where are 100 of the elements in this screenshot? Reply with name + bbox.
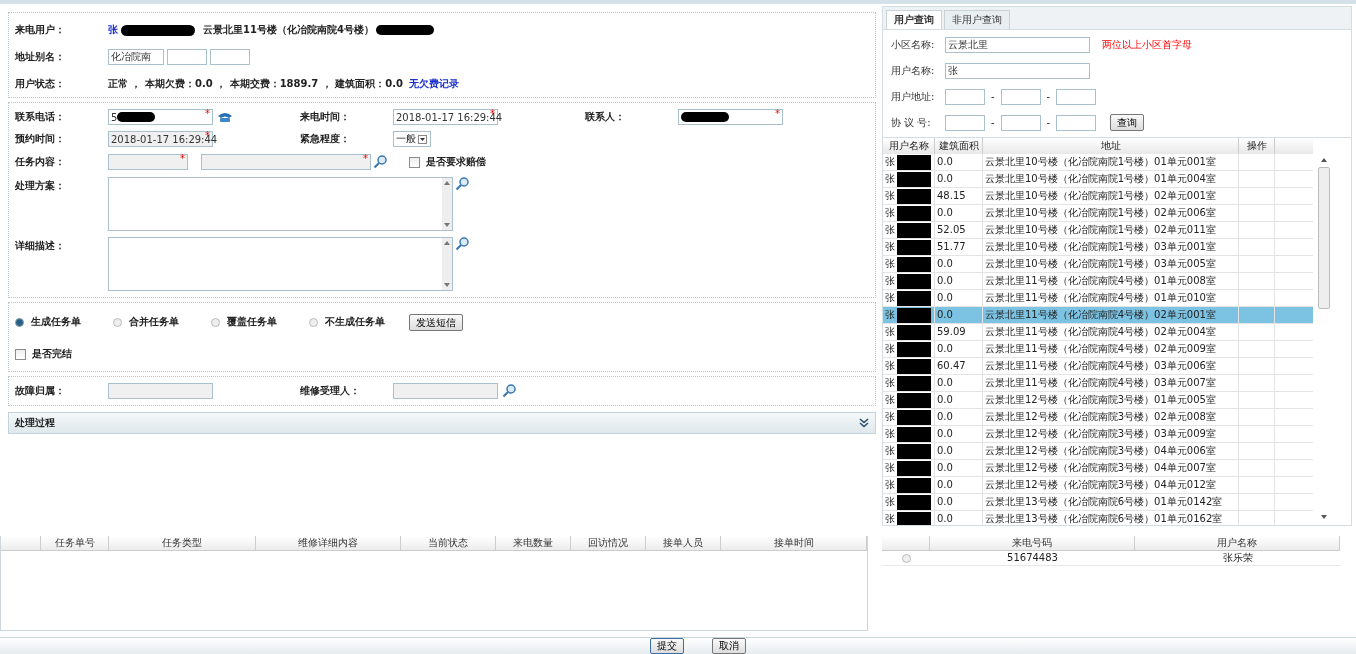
scroll-up-icon[interactable]	[443, 239, 451, 247]
result-row[interactable]: 张 0.0 云景北里10号楼（化冶院南院1号楼）01单元001室	[883, 154, 1313, 171]
input-field[interactable]	[393, 383, 498, 399]
result-row[interactable]: 张 0.0 云景北里11号楼（化冶院南院4号楼）02单元001室	[883, 307, 1313, 324]
column-header[interactable]: 接单时间	[721, 536, 867, 550]
radio-option[interactable]: 生成任务单	[15, 315, 113, 329]
phone-icon[interactable]	[217, 111, 233, 123]
column-header[interactable]: 来电数量	[496, 536, 571, 550]
tab[interactable]: 非用户查询	[944, 10, 1010, 29]
community-field[interactable]: 云景北里	[945, 36, 1090, 53]
result-row[interactable]: 张 0.0 云景北里13号楼（化冶院南院6号楼）01单元0142室	[883, 494, 1313, 511]
input-field[interactable]	[210, 49, 250, 65]
search-icon[interactable]	[373, 155, 387, 169]
redaction-mark	[897, 494, 931, 510]
column-header[interactable]: 用户名称	[883, 138, 935, 154]
input-field[interactable]	[1000, 88, 1041, 105]
table-cell-text: 张	[885, 461, 895, 475]
text-area[interactable]	[108, 237, 453, 291]
action-button[interactable]: 提交	[650, 638, 684, 654]
search-icon[interactable]	[502, 384, 516, 398]
user-name-field[interactable]: 张	[945, 62, 1090, 79]
result-row[interactable]: 张 51.77 云景北里10号楼（化冶院南院1号楼）03单元001室	[883, 239, 1313, 256]
input-field[interactable]	[108, 383, 213, 399]
column-header[interactable]: 操作	[1239, 138, 1275, 154]
input-field[interactable]: *	[678, 109, 783, 125]
table-cell: 51.77	[935, 239, 983, 255]
table-cell-text: 张	[885, 206, 895, 220]
result-row[interactable]: 张 0.0 云景北里11号楼（化冶院南院4号楼）02单元009室	[883, 341, 1313, 358]
result-row[interactable]: 张 0.0 云景北里12号楼（化冶院南院3号楼）04单元012室	[883, 477, 1313, 494]
column-header[interactable]: 接单人员	[646, 536, 721, 550]
search-button[interactable]: 查询	[1110, 114, 1145, 131]
table-cell-text: 张	[885, 155, 895, 169]
radio-option[interactable]: 覆盖任务单	[211, 315, 309, 329]
field-label: 用户状态：	[15, 77, 66, 91]
table-cell: 0.0	[935, 443, 983, 459]
column-header[interactable]: 维修详细内容	[256, 536, 401, 550]
input-field[interactable]	[1000, 114, 1041, 131]
field-label: 紧急程度：	[300, 132, 351, 146]
table-cell: 云景北里12号楼（化冶院南院3号楼）03单元009室	[983, 426, 1239, 442]
field-label: 联系人：	[585, 110, 626, 124]
input-field[interactable]	[1056, 114, 1097, 131]
input-field[interactable]	[945, 88, 985, 105]
input-field[interactable]: *	[201, 154, 371, 170]
table-cell: 0.0	[935, 205, 983, 221]
scrollbar-thumb[interactable]	[1317, 167, 1330, 309]
urgency-dropdown[interactable]: 一般	[393, 131, 431, 147]
table-cell: 云景北里12号楼（化冶院南院3号楼）04单元006室	[983, 443, 1239, 459]
search-icon[interactable]	[455, 177, 469, 191]
result-row[interactable]: 张 0.0 云景北里12号楼（化冶院南院3号楼）04单元006室	[883, 443, 1313, 460]
radio-option[interactable]: 不生成任务单	[309, 315, 409, 329]
column-header[interactable]: 任务类型	[109, 536, 256, 550]
result-row[interactable]: 张 0.0 云景北里11号楼（化冶院南院4号楼）03单元007室	[883, 375, 1313, 392]
tab[interactable]: 用户查询	[886, 10, 942, 29]
input-field[interactable]: 化冶院南	[108, 49, 164, 65]
scroll-up-icon[interactable]	[443, 179, 451, 187]
table-cell: 0.0	[935, 256, 983, 272]
result-row[interactable]: 张 52.05 云景北里10号楼（化冶院南院1号楼）02单元011室	[883, 222, 1313, 239]
scroll-down-icon[interactable]	[443, 221, 451, 229]
result-row[interactable]: 张 0.0 云景北里12号楼（化冶院南院3号楼）03单元009室	[883, 426, 1313, 443]
result-row[interactable]: 张 0.0 云景北里12号楼（化冶院南院3号楼）04单元007室	[883, 460, 1313, 477]
column-header[interactable]: 来电号码	[930, 536, 1135, 550]
column-header[interactable]: 用户名称	[1135, 536, 1340, 550]
chevron-icon[interactable]	[859, 418, 869, 428]
input-field[interactable]	[167, 49, 207, 65]
column-header[interactable]: 回访情况	[571, 536, 646, 550]
redaction-mark	[897, 511, 931, 525]
input-field[interactable]	[1056, 88, 1097, 105]
phone-field[interactable]: 5 *	[108, 109, 213, 125]
scroll-down-icon[interactable]	[1319, 513, 1328, 521]
checkbox[interactable]	[409, 156, 420, 168]
dropdown-arrow-icon[interactable]	[418, 134, 427, 144]
checkbox[interactable]	[15, 348, 26, 360]
radio-button[interactable]	[901, 553, 911, 563]
result-row[interactable]: 张 0.0 云景北里13号楼（化冶院南院6号楼）01单元0162室	[883, 511, 1313, 525]
result-row[interactable]: 张 48.15 云景北里10号楼（化冶院南院1号楼）02单元001室	[883, 188, 1313, 205]
result-row[interactable]: 张 0.0 云景北里10号楼（化冶院南院1号楼）02单元006室	[883, 205, 1313, 222]
process-panel-header[interactable]: 处理过程	[8, 412, 876, 434]
table-cell: 59.09	[935, 324, 983, 340]
column-header[interactable]: 当前状态	[401, 536, 496, 550]
column-header[interactable]: 地址	[983, 138, 1239, 154]
result-row[interactable]: 张 0.0 云景北里10号楼（化冶院南院1号楼）01单元004室	[883, 171, 1313, 188]
send-sms-button[interactable]: 发送短信	[409, 313, 463, 331]
action-button[interactable]: 取消	[712, 638, 746, 654]
input-field[interactable]: *	[108, 154, 188, 170]
column-header[interactable]: 建筑面积	[935, 138, 983, 154]
column-header[interactable]: 任务单号	[41, 536, 109, 550]
result-row[interactable]: 张 59.09 云景北里11号楼（化冶院南院4号楼）02单元004室	[883, 324, 1313, 341]
text-area[interactable]	[108, 177, 453, 231]
result-row[interactable]: 张 0.0 云景北里10号楼（化冶院南院1号楼）03单元005室	[883, 256, 1313, 273]
radio-option[interactable]: 合并任务单	[113, 315, 211, 329]
no-arrears-link[interactable]: 无欠费记录	[408, 77, 459, 91]
result-row[interactable]: 张 60.47 云景北里11号楼（化冶院南院4号楼）03单元006室	[883, 358, 1313, 375]
search-icon[interactable]	[455, 237, 469, 251]
result-row[interactable]: 张 0.0 云景北里11号楼（化冶院南院4号楼）01单元008室	[883, 273, 1313, 290]
result-row[interactable]: 张 0.0 云景北里12号楼（化冶院南院3号楼）01单元005室	[883, 392, 1313, 409]
result-row[interactable]: 张 0.0 云景北里12号楼（化冶院南院3号楼）02单元008室	[883, 409, 1313, 426]
input-field[interactable]	[945, 114, 985, 131]
scroll-up-icon[interactable]	[1319, 156, 1328, 164]
scroll-down-icon[interactable]	[443, 281, 451, 289]
checkbox-label: 是否要求赔偿	[426, 155, 486, 169]
